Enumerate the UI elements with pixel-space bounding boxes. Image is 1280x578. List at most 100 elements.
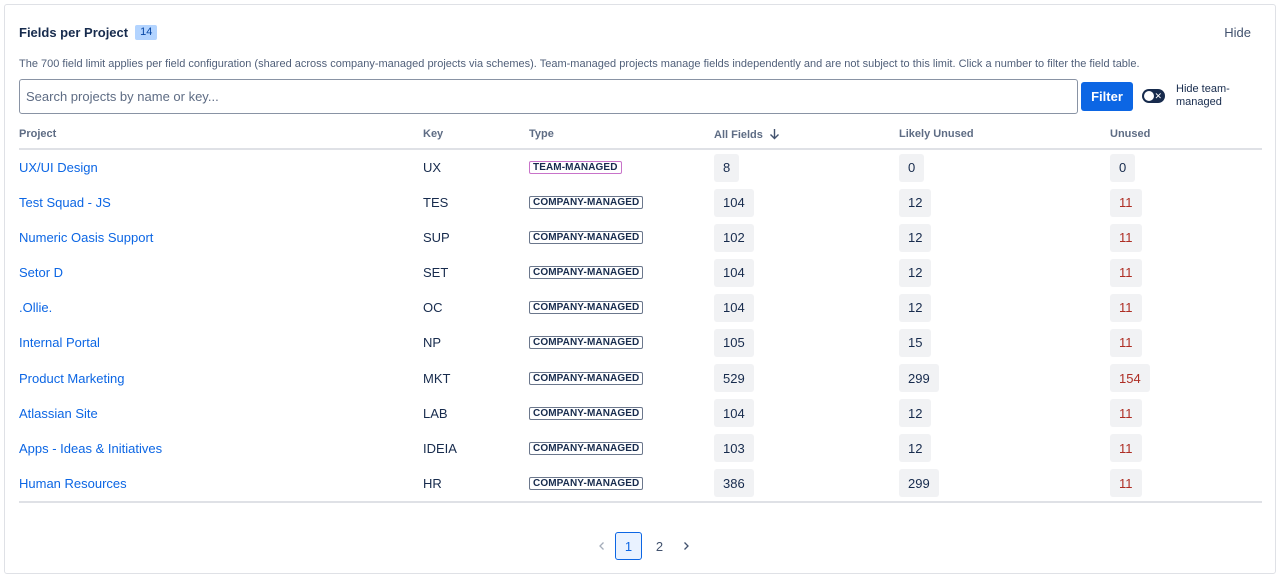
likely-unused-count[interactable]: 12	[899, 188, 932, 217]
project-key: MKT	[423, 370, 451, 386]
project-link[interactable]: UX/UI Design	[19, 160, 98, 175]
unused-count[interactable]: 0	[1110, 153, 1136, 182]
likely-unused-count[interactable]: 12	[899, 223, 932, 252]
unused-count[interactable]: 11	[1110, 293, 1142, 322]
project-type-lozenge: COMPANY-MANAGED	[529, 301, 644, 315]
all-fields-count[interactable]: 104	[714, 293, 754, 322]
chevron-left-icon[interactable]	[591, 532, 613, 560]
likely-unused-count[interactable]: 299	[899, 469, 939, 498]
type-cell: COMPANY-MANAGED	[529, 396, 644, 431]
page-1-button[interactable]: 1	[615, 532, 642, 560]
project-link[interactable]: Numeric Oasis Support	[19, 230, 153, 245]
project-link[interactable]: Internal Portal	[19, 335, 100, 350]
column-header-type[interactable]: Type	[529, 128, 554, 140]
likely-unused-count[interactable]: 299	[899, 364, 939, 393]
project-key: UX	[423, 160, 442, 175]
all-fields-cell: 104	[714, 255, 754, 290]
project-cell: Setor D	[19, 255, 63, 290]
projects-table: Project Key Type All Fields Likely Unuse…	[19, 124, 1262, 503]
likely-unused-cell: 12	[899, 255, 932, 290]
column-header-all-fields[interactable]: All Fields	[714, 128, 780, 141]
project-link[interactable]: Product Marketing	[19, 371, 125, 386]
sort-descending-icon	[769, 129, 779, 140]
project-type-lozenge: COMPANY-MANAGED	[529, 196, 644, 210]
all-fields-count[interactable]: 103	[714, 434, 754, 463]
toggle-knob	[1144, 91, 1154, 101]
unused-count[interactable]: 11	[1110, 223, 1142, 252]
table-row: Apps - Ideas & Initiatives IDEIA COMPANY-M…	[19, 431, 1262, 466]
likely-unused-cell: 299	[899, 361, 939, 396]
unused-count[interactable]: 11	[1110, 469, 1142, 498]
hide-team-managed-label: Hide team-managed	[1176, 83, 1230, 108]
pagination: 1 2	[591, 532, 697, 560]
table-header: Project Key Type All Fields Likely Unuse…	[19, 124, 1262, 150]
project-cell: Product Marketing	[19, 361, 125, 396]
all-fields-cell: 102	[714, 220, 754, 255]
unused-count[interactable]: 11	[1110, 434, 1142, 463]
all-fields-count[interactable]: 8	[714, 153, 740, 182]
project-link[interactable]: .Ollie.	[19, 300, 52, 315]
likely-unused-cell: 12	[899, 396, 932, 431]
likely-unused-cell: 12	[899, 220, 932, 255]
column-header-likely-unused[interactable]: Likely Unused	[899, 128, 974, 140]
type-cell: COMPANY-MANAGED	[529, 255, 644, 290]
unused-cell: 0	[1110, 150, 1136, 185]
key-cell: SUP	[423, 220, 450, 255]
all-fields-count[interactable]: 104	[714, 188, 754, 217]
likely-unused-count[interactable]: 12	[899, 293, 932, 322]
hide-button[interactable]: Hide	[1224, 25, 1251, 40]
unused-count[interactable]: 11	[1110, 399, 1142, 428]
column-header-project[interactable]: Project	[19, 128, 56, 140]
page-2-button[interactable]: 2	[646, 532, 673, 560]
type-cell: COMPANY-MANAGED	[529, 185, 644, 220]
chevron-right-icon[interactable]	[675, 532, 697, 560]
likely-unused-count[interactable]: 12	[899, 258, 932, 287]
all-fields-cell: 386	[714, 466, 754, 501]
all-fields-count[interactable]: 529	[714, 364, 754, 393]
project-link[interactable]: Atlassian Site	[19, 406, 98, 421]
project-key: LAB	[423, 405, 448, 421]
unused-cell: 11	[1110, 325, 1142, 360]
column-header-key[interactable]: Key	[423, 128, 443, 140]
likely-unused-count[interactable]: 12	[899, 399, 932, 428]
key-cell: OC	[423, 290, 443, 325]
project-key: TES	[423, 195, 449, 211]
search-input[interactable]	[19, 79, 1078, 114]
key-cell: UX	[423, 150, 441, 185]
all-fields-cell: 529	[714, 361, 754, 396]
key-cell: MKT	[423, 361, 450, 396]
all-fields-count[interactable]: 102	[714, 223, 754, 252]
unused-cell: 154	[1110, 361, 1150, 396]
project-link[interactable]: Apps - Ideas & Initiatives	[19, 441, 162, 456]
column-header-all-fields-label: All Fields	[714, 129, 763, 141]
all-fields-cell: 105	[714, 325, 754, 360]
likely-unused-count[interactable]: 0	[899, 153, 925, 182]
project-type-lozenge: COMPANY-MANAGED	[529, 441, 644, 455]
project-cell: Internal Portal	[19, 325, 100, 360]
project-link[interactable]: Human Resources	[19, 476, 127, 491]
project-type-lozenge: COMPANY-MANAGED	[529, 476, 644, 490]
likely-unused-count[interactable]: 15	[899, 328, 932, 357]
table-row: Setor D SET COMPANY-MANAGED 104 12 11	[19, 255, 1262, 290]
unused-count[interactable]: 154	[1110, 364, 1150, 393]
filter-button[interactable]: Filter	[1081, 82, 1133, 111]
likely-unused-count[interactable]: 12	[899, 434, 932, 463]
table-row: Test Squad - JS TES COMPANY-MANAGED 104 12 11	[19, 185, 1262, 220]
project-link[interactable]: Setor D	[19, 265, 63, 280]
all-fields-count[interactable]: 104	[714, 399, 754, 428]
project-link[interactable]: Test Squad - JS	[19, 195, 111, 210]
unused-count[interactable]: 11	[1110, 328, 1142, 357]
hide-team-managed-toggle[interactable]: ✕	[1142, 89, 1165, 103]
key-cell: NP	[423, 325, 441, 360]
type-cell: COMPANY-MANAGED	[529, 431, 644, 466]
project-count-badge: 14	[135, 25, 158, 40]
all-fields-count[interactable]: 105	[714, 328, 754, 357]
unused-count[interactable]: 11	[1110, 258, 1142, 287]
all-fields-count[interactable]: 104	[714, 258, 754, 287]
unused-count[interactable]: 11	[1110, 188, 1142, 217]
column-header-unused[interactable]: Unused	[1110, 128, 1150, 140]
all-fields-count[interactable]: 386	[714, 469, 754, 498]
panel-header: Fields per Project 14	[19, 25, 158, 40]
project-key: SET	[423, 265, 449, 281]
key-cell: LAB	[423, 396, 448, 431]
